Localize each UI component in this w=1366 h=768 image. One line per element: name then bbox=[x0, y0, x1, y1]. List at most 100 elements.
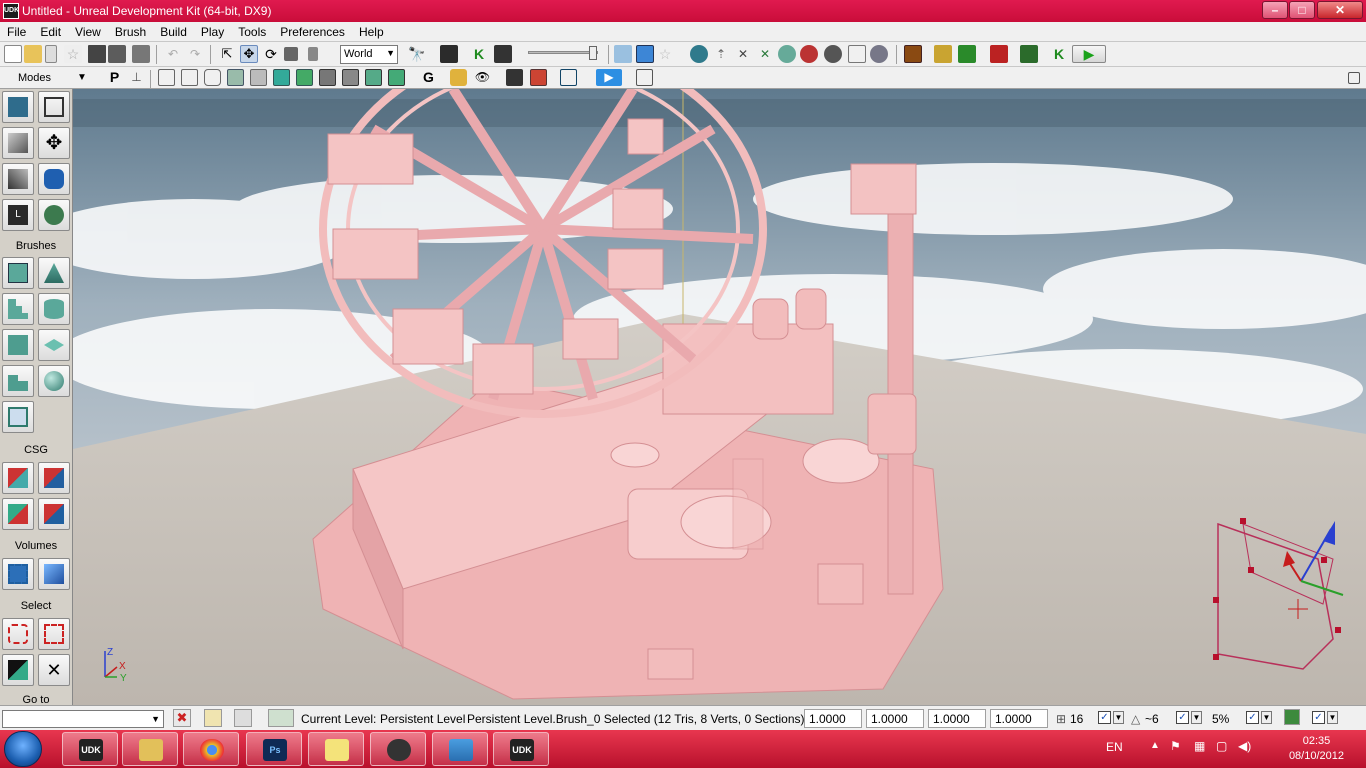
scale-mode-icon[interactable] bbox=[284, 47, 298, 61]
taskbar-app[interactable] bbox=[370, 732, 426, 766]
build-paths-icon[interactable] bbox=[778, 45, 796, 63]
linear-stairs-brush-button[interactable] bbox=[2, 329, 34, 361]
lock-icon[interactable] bbox=[450, 69, 467, 86]
taskbar-udk-2[interactable]: UDK bbox=[493, 732, 549, 766]
menu-tools[interactable]: Tools bbox=[231, 22, 273, 39]
csg-subtract-button[interactable] bbox=[38, 462, 70, 494]
wireframe-brush-icon[interactable] bbox=[158, 69, 175, 86]
redo-icon[interactable]: ↷ bbox=[186, 45, 204, 63]
menu-brush[interactable]: Brush bbox=[108, 22, 153, 39]
actor-classes-icon[interactable] bbox=[934, 45, 952, 63]
maximize-viewport-icon[interactable] bbox=[1348, 72, 1360, 84]
current-level-value[interactable]: Persistent Level bbox=[380, 712, 465, 726]
rotation-snap-checkbox[interactable]: ✓ bbox=[1176, 711, 1189, 724]
texture-density-icon[interactable] bbox=[319, 69, 336, 86]
taskbar-sticky-notes[interactable] bbox=[308, 732, 364, 766]
lightmap-density-icon[interactable] bbox=[365, 69, 382, 86]
start-button[interactable] bbox=[4, 731, 42, 767]
volume-icon[interactable]: ◀) bbox=[1238, 739, 1251, 753]
menu-help[interactable]: Help bbox=[352, 22, 391, 39]
build-geometry-icon[interactable]: ✕ bbox=[734, 45, 752, 63]
modes-dropdown-icon[interactable]: ▼ bbox=[77, 72, 87, 83]
menu-play[interactable]: Play bbox=[194, 22, 231, 39]
slider-knob[interactable] bbox=[589, 46, 597, 60]
rotate-mode-icon[interactable]: ⟳ bbox=[262, 45, 280, 63]
light-complexity-icon[interactable] bbox=[296, 69, 313, 86]
content-browser-icon[interactable] bbox=[904, 45, 922, 63]
build-all-icon[interactable] bbox=[824, 45, 842, 63]
kismet-k-icon[interactable]: K bbox=[470, 45, 488, 63]
grid-size-dropdown[interactable]: ▼ bbox=[1113, 711, 1124, 724]
rotation-snap-value[interactable]: ~6 bbox=[1145, 712, 1159, 726]
scene-manager-icon[interactable] bbox=[958, 45, 976, 63]
scale-snap-checkbox[interactable]: ✓ bbox=[1246, 711, 1259, 724]
tray-expand-icon[interactable]: ▲ bbox=[1150, 740, 1160, 751]
cylinder-brush-button[interactable] bbox=[38, 293, 70, 325]
taskbar-photoshop[interactable]: Ps bbox=[246, 732, 302, 766]
lighting-only-alt-icon[interactable] bbox=[388, 69, 405, 86]
levels-icon[interactable] bbox=[990, 45, 1008, 63]
post-process-icon[interactable] bbox=[560, 69, 577, 86]
sheet-brush-button[interactable] bbox=[38, 329, 70, 361]
system-clock[interactable]: 02:35 08/10/2012 bbox=[1289, 734, 1344, 764]
menu-file[interactable]: File bbox=[0, 22, 33, 39]
play-button[interactable]: ▶ bbox=[1072, 45, 1106, 63]
texture-mode-button[interactable] bbox=[2, 163, 34, 195]
view-icon[interactable] bbox=[614, 45, 632, 63]
lighting-quality-icon[interactable] bbox=[848, 45, 866, 63]
game-view-g-icon[interactable]: G bbox=[420, 69, 437, 86]
kismet-icon[interactable] bbox=[440, 45, 458, 63]
drag-scale-x-field[interactable]: 1.0000 bbox=[804, 709, 862, 728]
select-cursor-icon[interactable]: ⇱ bbox=[218, 45, 236, 63]
scale-nonuniform-icon[interactable] bbox=[308, 47, 318, 61]
action-center-flag-icon[interactable]: ⚑ bbox=[1170, 739, 1181, 753]
minimize-button[interactable]: – bbox=[1262, 1, 1288, 19]
new-icon[interactable] bbox=[4, 45, 22, 63]
map-check-icon[interactable]: ✖ bbox=[173, 709, 191, 727]
taskbar-explorer[interactable] bbox=[122, 732, 178, 766]
open-recent-dropdown-icon[interactable] bbox=[45, 45, 57, 63]
binoculars-icon[interactable]: 🔭 bbox=[408, 45, 426, 63]
autosave-icon[interactable] bbox=[1284, 709, 1300, 725]
save-current-level-icon[interactable] bbox=[132, 45, 150, 63]
cube-brush-button[interactable] bbox=[2, 257, 34, 289]
kismet-toggle-icon[interactable]: K bbox=[1050, 45, 1068, 63]
cone-brush-button[interactable] bbox=[38, 257, 70, 289]
shader-complexity-icon[interactable] bbox=[342, 69, 359, 86]
taskbar-photo-viewer[interactable] bbox=[432, 732, 488, 766]
hide-selected-button[interactable] bbox=[38, 618, 70, 650]
volumetric-brush-button[interactable] bbox=[2, 401, 34, 433]
level-browser-icon[interactable] bbox=[268, 709, 294, 727]
play-in-viewport-button[interactable]: ▶ bbox=[596, 69, 622, 86]
display-icon[interactable]: ▢ bbox=[1216, 739, 1227, 753]
scale-snap-dropdown[interactable]: ▼ bbox=[1261, 711, 1272, 724]
menu-preferences[interactable]: Preferences bbox=[273, 22, 352, 39]
eye-icon[interactable]: 👁 bbox=[474, 69, 491, 86]
language-indicator[interactable]: EN bbox=[1106, 740, 1123, 754]
perspective-viewport[interactable]: Z X Y bbox=[73, 89, 1366, 705]
csg-intersect-button[interactable] bbox=[2, 498, 34, 530]
viewport-type-icon[interactable]: ⊥ bbox=[128, 69, 145, 86]
goto-select[interactable]: ▼ bbox=[2, 710, 164, 728]
maximize-button[interactable]: □ bbox=[1289, 1, 1315, 19]
invert-selection-button[interactable] bbox=[2, 654, 34, 686]
float-viewport-icon[interactable] bbox=[636, 69, 653, 86]
favorite-star-icon[interactable]: ☆ bbox=[64, 45, 82, 63]
light-env-icon[interactable] bbox=[870, 45, 888, 63]
world-icon[interactable] bbox=[690, 45, 708, 63]
taskbar-chrome[interactable] bbox=[183, 732, 239, 766]
move-mode-button[interactable]: ✥ bbox=[38, 127, 70, 159]
deselect-button[interactable]: ✕ bbox=[38, 654, 70, 686]
lighting-only-icon[interactable] bbox=[273, 69, 290, 86]
spiral-stairs-brush-button[interactable] bbox=[2, 365, 34, 397]
undo-icon[interactable]: ↶ bbox=[164, 45, 182, 63]
build-cover-icon[interactable] bbox=[800, 45, 818, 63]
coordinate-system-select[interactable]: World ▼ bbox=[340, 45, 398, 64]
grid-snap-checkbox[interactable]: ✓ bbox=[1098, 711, 1111, 724]
grid-size-value[interactable]: 16 bbox=[1070, 712, 1083, 726]
drag-grid-icon[interactable] bbox=[234, 709, 252, 727]
drag-scale-z-field[interactable]: 1.0000 bbox=[928, 709, 986, 728]
lit-icon[interactable] bbox=[227, 69, 244, 86]
terrain-mode-button[interactable] bbox=[2, 127, 34, 159]
matinee-icon[interactable] bbox=[494, 45, 512, 63]
